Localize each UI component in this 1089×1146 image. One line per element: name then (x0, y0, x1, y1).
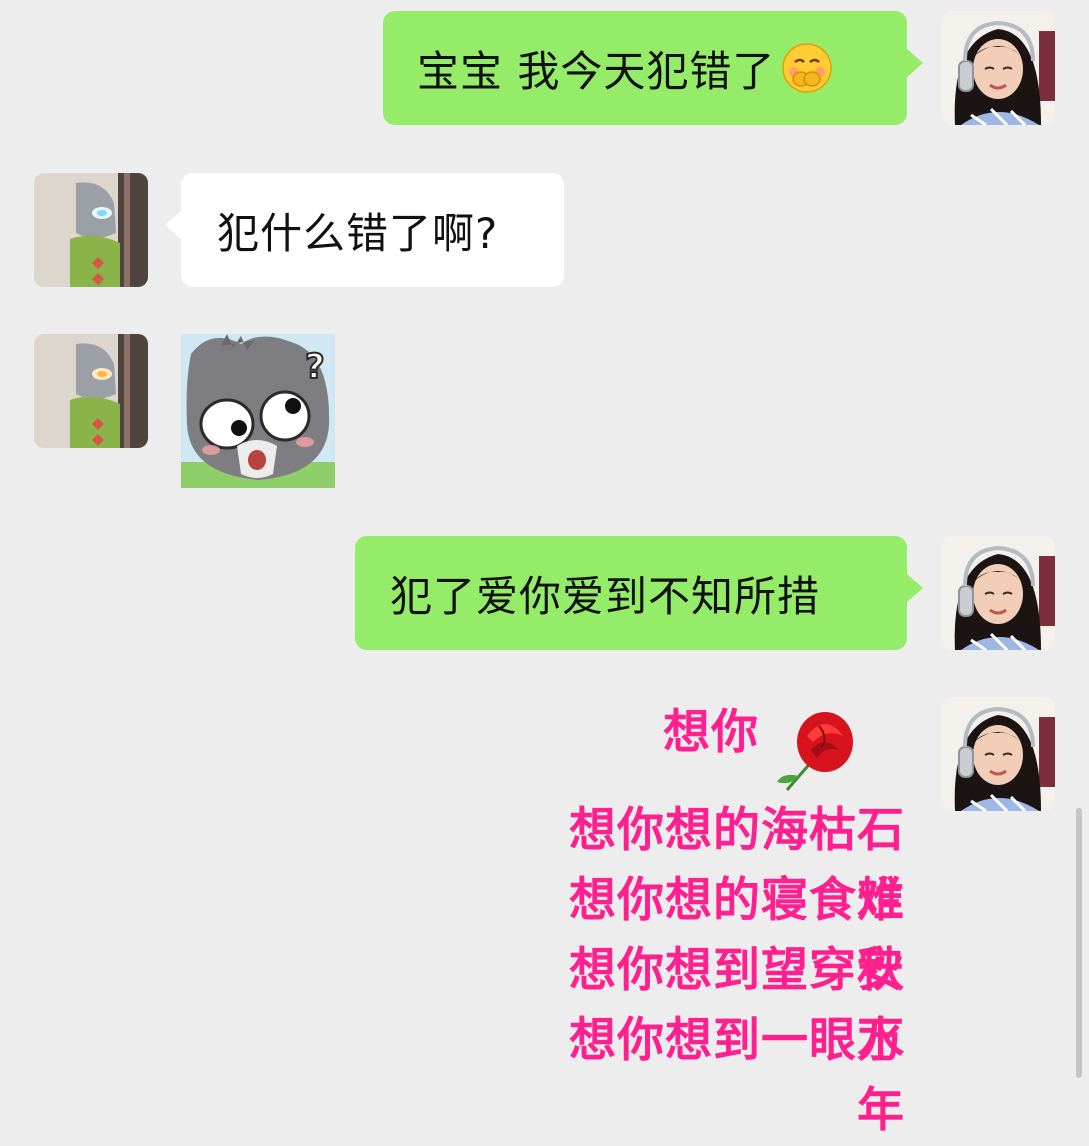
message-text: 宝宝 我今天犯错了 (417, 46, 776, 96)
my-avatar[interactable] (941, 536, 1055, 650)
poem-message[interactable]: 想你 想你想的海枯石烂 想你想的寝食难安 想你想到望穿秋水 想你想到一眼万年 (525, 696, 905, 1138)
pleading-face-icon (782, 43, 833, 93)
rose-icon (777, 712, 853, 791)
chat-scrollbar[interactable] (1076, 808, 1082, 1078)
contact-avatar[interactable] (34, 334, 148, 448)
ultraman-avatar-icon (34, 334, 148, 448)
message-bubble-sent[interactable]: 犯了爱你爱到不知所措 (355, 536, 923, 650)
poem-line: 想你想的寝食难安 (569, 873, 905, 998)
poem-line: 想你想到一眼万年 (569, 1013, 905, 1138)
poem-line: 想你想的海枯石烂 (569, 803, 905, 928)
my-avatar[interactable] (941, 11, 1055, 125)
girl-avatar-icon (941, 697, 1055, 811)
ultraman-avatar-icon (34, 173, 148, 287)
contact-avatar[interactable] (34, 173, 148, 287)
message-text: 犯了爱你爱到不知所措 (390, 571, 821, 621)
message-bubble-received[interactable]: 犯什么错了啊? (165, 173, 564, 287)
girl-avatar-icon (941, 536, 1055, 650)
wolf-sticker[interactable]: ? (181, 334, 335, 488)
poem-line: 想你想到望穿秋水 (569, 943, 905, 1068)
my-avatar[interactable] (941, 697, 1055, 811)
message-bubble-sent[interactable]: 宝宝 我今天犯错了 (383, 11, 923, 125)
message-text: 犯什么错了啊? (217, 208, 499, 258)
girl-avatar-icon (941, 11, 1055, 125)
grey-wolf-question-icon: ? (181, 334, 335, 488)
svg-text:?: ? (305, 347, 325, 387)
poem-title: 想你 (663, 705, 759, 760)
